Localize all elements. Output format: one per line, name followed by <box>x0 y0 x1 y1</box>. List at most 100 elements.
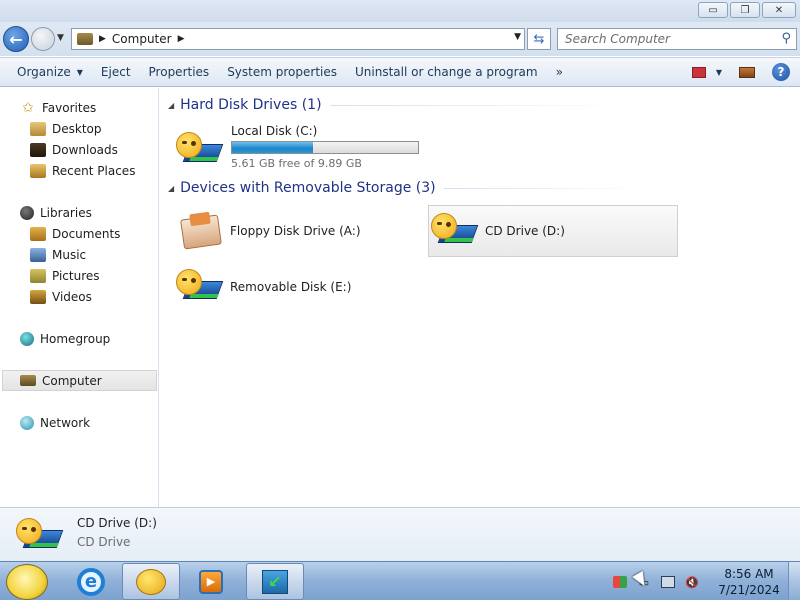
nav-item-favorites[interactable]: ✩ Favorites <box>20 97 96 118</box>
refresh-button[interactable]: ⇆ <box>527 28 551 50</box>
nav-label: Libraries <box>40 205 92 220</box>
refresh-icon: ⇆ <box>533 31 545 47</box>
taskbar-setup-button[interactable]: ↙ <box>246 563 304 600</box>
music-icon <box>30 247 46 262</box>
system-tray: ▭ 🔇 <box>612 570 700 594</box>
eject-button[interactable]: Eject <box>92 57 140 87</box>
uninstall-button[interactable]: Uninstall or change a program <box>346 57 547 87</box>
action-center-icon[interactable] <box>612 575 628 589</box>
minimize-button[interactable]: ▭ <box>698 2 728 18</box>
collapse-icon: ◢ <box>168 183 175 193</box>
details-pane: CD Drive (D:) CD Drive <box>0 507 800 561</box>
search-box[interactable]: ⚲ <box>557 28 797 50</box>
nav-item-network[interactable]: Network <box>20 412 90 433</box>
tile-floppy-disk-a[interactable]: Floppy Disk Drive (A:) <box>176 206 426 256</box>
homegroup-icon <box>20 331 34 346</box>
downloads-icon <box>30 142 46 157</box>
taskbar-ie-button[interactable]: e <box>62 563 120 600</box>
system-properties-button[interactable]: System properties <box>218 57 346 87</box>
disk-free-text: 5.61 GB free of 9.89 GB <box>231 157 362 170</box>
nav-label: Music <box>52 247 87 262</box>
nav-label: Desktop <box>52 121 102 136</box>
help-icon: ? <box>772 63 790 81</box>
breadcrumb-computer[interactable]: Computer <box>112 32 172 46</box>
nav-item-homegroup[interactable]: Homegroup <box>20 328 110 349</box>
maximize-button[interactable]: ❐ <box>730 2 760 18</box>
group-removable-storage[interactable]: ◢ Devices with Removable Storage (3) <box>168 180 644 196</box>
change-view-button[interactable] <box>686 58 712 86</box>
nav-item-music[interactable]: Music <box>30 244 86 265</box>
window-controls: ▭ ❐ ✕ <box>698 2 796 18</box>
clock-time: 8:56 AM <box>724 567 774 581</box>
drive-name: Floppy Disk Drive (A:) <box>230 224 361 238</box>
command-bar: Organize ▼ Eject Properties System proper… <box>0 57 800 87</box>
start-button[interactable] <box>6 564 48 600</box>
chevron-right-icon[interactable]: ▶ <box>99 34 106 44</box>
recent-places-icon <box>30 163 46 178</box>
documents-icon <box>30 226 46 241</box>
forward-button[interactable] <box>31 27 55 51</box>
nav-label: Recent Places <box>52 163 136 178</box>
close-button[interactable]: ✕ <box>762 2 796 18</box>
search-input[interactable] <box>558 29 768 49</box>
help-button[interactable]: ? <box>768 58 794 86</box>
taskbar: e ▶ ↙ ▭ 🔇 8:56 AM 7/21/2024 <box>0 561 800 600</box>
nav-label: Favorites <box>42 100 97 115</box>
nav-item-computer[interactable]: Computer <box>2 370 157 391</box>
navigation-row: ← ▼ ▶ Computer ▶ ▼ ⇆ ⚲ <box>0 22 800 56</box>
drive-name: CD Drive (D:) <box>485 224 565 238</box>
recent-pages-dropdown[interactable]: ▼ <box>57 33 64 43</box>
collapse-icon: ◢ <box>168 100 175 110</box>
media-player-icon: ▶ <box>199 569 223 594</box>
properties-button[interactable]: Properties <box>140 57 219 87</box>
taskbar-media-player-button[interactable]: ▶ <box>182 563 240 600</box>
show-desktop-button[interactable] <box>788 562 800 600</box>
nav-item-pictures[interactable]: Pictures <box>30 265 100 286</box>
address-dropdown[interactable]: ▼ <box>514 32 521 42</box>
libraries-icon <box>136 568 166 595</box>
group-divider <box>443 187 644 189</box>
view-icon <box>692 66 706 78</box>
nav-label: Network <box>40 415 91 430</box>
nav-item-recent-places[interactable]: Recent Places <box>30 160 135 181</box>
nav-label: Documents <box>52 226 121 241</box>
clock-date: 7/21/2024 <box>718 583 780 597</box>
organize-label: Organize <box>17 65 71 79</box>
nav-item-libraries[interactable]: Libraries <box>20 202 92 223</box>
libraries-icon <box>20 205 34 220</box>
search-icon[interactable]: ⚲ <box>781 31 791 46</box>
preview-pane-icon <box>739 66 755 78</box>
preview-pane-button[interactable] <box>734 58 760 86</box>
disk-usage-bar <box>231 141 419 154</box>
tile-cd-drive-d[interactable]: CD Drive (D:) <box>428 205 678 257</box>
view-options-dropdown[interactable]: ▼ <box>712 68 726 77</box>
more-commands-button[interactable]: » <box>547 57 572 87</box>
computer-icon <box>20 375 36 386</box>
network-tray-icon[interactable] <box>660 575 676 589</box>
chevron-right-icon[interactable]: ▶ <box>178 34 185 44</box>
nav-label: Pictures <box>52 268 100 283</box>
drive-name: Removable Disk (E:) <box>230 280 352 294</box>
nav-item-documents[interactable]: Documents <box>30 223 120 244</box>
address-bar[interactable]: ▶ Computer ▶ ▼ <box>71 28 525 50</box>
ie-icon: e <box>77 567 105 596</box>
drive-icon <box>176 130 224 170</box>
group-title: Devices with Removable Storage (3) <box>180 180 436 196</box>
disk-usage-fill <box>232 142 313 153</box>
command-bar-right: ▼ ? <box>686 58 800 86</box>
drive-icon <box>176 267 224 307</box>
back-button[interactable]: ← <box>3 26 29 52</box>
back-arrow-icon: ← <box>9 29 23 49</box>
organize-button[interactable]: Organize ▼ <box>8 57 92 87</box>
details-type: CD Drive <box>77 535 131 549</box>
group-hard-disk-drives[interactable]: ◢ Hard Disk Drives (1) <box>168 97 630 113</box>
taskbar-explorer-button[interactable] <box>122 563 180 600</box>
clock[interactable]: 8:56 AM 7/21/2024 <box>716 566 782 598</box>
nav-item-videos[interactable]: Videos <box>30 286 92 307</box>
tile-local-disk-c[interactable]: Local Disk (C:) 5.61 GB free of 9.89 GB <box>176 124 436 172</box>
nav-item-downloads[interactable]: Downloads <box>30 139 118 160</box>
tile-removable-disk-e[interactable]: Removable Disk (E:) <box>176 262 426 312</box>
volume-muted-icon[interactable]: 🔇 <box>684 575 700 589</box>
navigation-pane: ✩ Favorites Desktop Downloads Recent Plac… <box>0 88 159 507</box>
nav-item-desktop[interactable]: Desktop <box>30 118 102 139</box>
